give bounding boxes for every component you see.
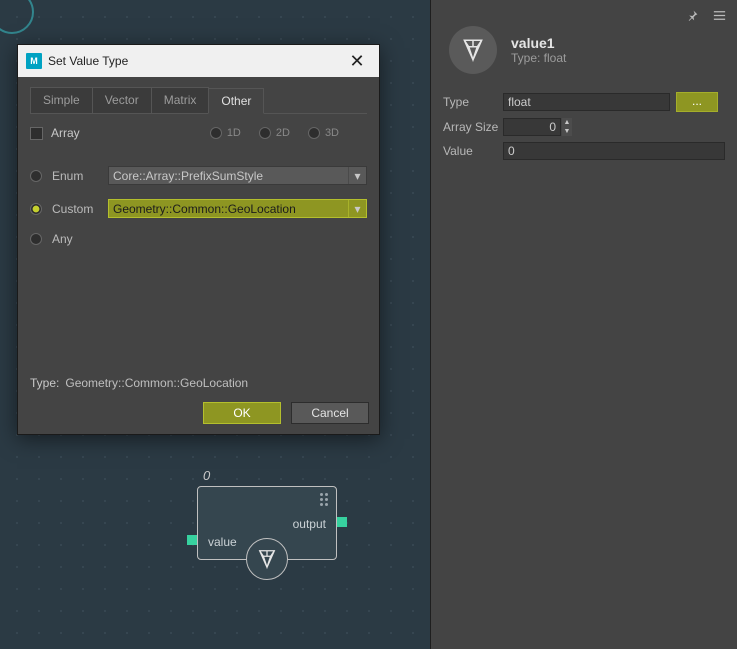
any-radio[interactable] <box>30 233 42 245</box>
node-body[interactable]: output value <box>197 486 337 560</box>
close-icon[interactable]: ✕ <box>343 47 371 75</box>
resolved-type-value: Geometry::Common::GeoLocation <box>65 376 248 390</box>
value-node[interactable]: 0 output value <box>197 468 337 560</box>
array-size-field[interactable] <box>503 118 561 136</box>
cancel-button[interactable]: Cancel <box>291 402 369 424</box>
dialog-title: Set Value Type <box>48 54 128 68</box>
panel-subtitle: Type: float <box>511 51 566 65</box>
node-type-icon <box>246 538 288 580</box>
type-label: Type <box>443 95 503 109</box>
array-checkbox[interactable] <box>30 127 43 140</box>
node-output-port[interactable] <box>337 517 347 527</box>
panel-type-icon <box>449 26 497 74</box>
diamond-icon <box>460 37 486 63</box>
tab-matrix[interactable]: Matrix <box>151 87 210 113</box>
enum-combo-value: Core::Array::PrefixSumStyle <box>113 169 263 183</box>
dialog-titlebar[interactable]: M Set Value Type ✕ <box>18 45 379 77</box>
value-field[interactable] <box>503 142 725 160</box>
node-drag-handle[interactable] <box>320 493 328 506</box>
pin-icon[interactable] <box>685 8 700 23</box>
tab-other[interactable]: Other <box>208 88 264 114</box>
enum-label: Enum <box>52 169 98 183</box>
array-label: Array <box>51 126 80 140</box>
node-header-label: 0 <box>203 468 337 483</box>
node-value-label: value <box>208 535 237 549</box>
custom-label: Custom <box>52 202 98 216</box>
resolved-type-label: Type: <box>30 376 59 390</box>
diamond-icon <box>256 548 278 570</box>
dim-2d-label: 2D <box>276 127 290 139</box>
enum-combo[interactable]: Core::Array::PrefixSumStyle ▾ <box>108 166 367 185</box>
dim-2d-radio[interactable] <box>259 127 271 139</box>
spinner-up[interactable]: ▲ <box>562 118 572 127</box>
array-size-label: Array Size <box>443 120 503 134</box>
custom-radio[interactable] <box>30 203 42 215</box>
type-browse-button[interactable]: ... <box>676 92 718 112</box>
ok-button[interactable]: OK <box>203 402 281 424</box>
menu-icon[interactable] <box>712 8 727 23</box>
tab-simple[interactable]: Simple <box>30 87 93 113</box>
node-input-port[interactable] <box>187 535 197 545</box>
chevron-down-icon: ▾ <box>348 167 366 184</box>
spinner-down[interactable]: ▼ <box>562 127 572 136</box>
custom-combo[interactable]: Geometry::Common::GeoLocation ▾ <box>108 199 367 218</box>
dim-1d-label: 1D <box>227 127 241 139</box>
set-value-type-dialog: M Set Value Type ✕ Simple Vector Matrix … <box>17 44 380 435</box>
node-output-label: output <box>293 517 326 531</box>
chevron-down-icon: ▾ <box>348 200 366 217</box>
tab-vector[interactable]: Vector <box>92 87 152 113</box>
value-label: Value <box>443 144 503 158</box>
dim-3d-radio[interactable] <box>308 127 320 139</box>
enum-radio[interactable] <box>30 170 42 182</box>
panel-title: value1 <box>511 35 566 51</box>
type-field[interactable] <box>503 93 670 111</box>
dim-1d-radio[interactable] <box>210 127 222 139</box>
type-tabs: Simple Vector Matrix Other <box>30 87 367 114</box>
properties-panel: value1 Type: float Type ... Array Size ▲… <box>430 0 737 649</box>
maya-logo-icon: M <box>26 53 42 69</box>
any-label: Any <box>52 232 98 246</box>
dim-3d-label: 3D <box>325 127 339 139</box>
custom-combo-value: Geometry::Common::GeoLocation <box>113 202 296 216</box>
